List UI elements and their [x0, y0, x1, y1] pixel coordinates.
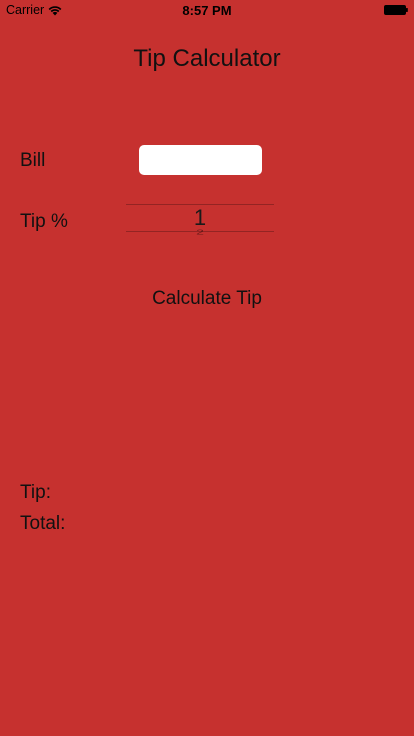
- battery-icon: [384, 5, 408, 15]
- page-title: Tip Calculator: [133, 45, 281, 72]
- tip-percent-picker[interactable]: 1 2: [126, 196, 274, 240]
- total-result-label: Total:: [20, 513, 66, 534]
- status-bar: Carrier 8:57 PM: [0, 0, 414, 20]
- status-time: 8:57 PM: [182, 3, 232, 18]
- picker-next-value[interactable]: 2: [126, 228, 274, 236]
- tip-percent-label: Tip %: [20, 211, 68, 232]
- tip-result-label: Tip:: [20, 482, 51, 503]
- bill-input[interactable]: [139, 145, 262, 175]
- bill-label: Bill: [20, 150, 46, 171]
- calculate-tip-button[interactable]: Calculate Tip: [127, 288, 287, 310]
